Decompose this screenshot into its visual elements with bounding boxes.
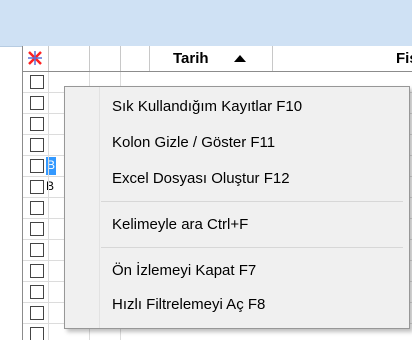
menu-item-favorites[interactable]: Sık Kullandığım Kayıtlar F10 [112,96,302,118]
row-checkbox[interactable] [30,285,44,299]
sort-ascending-icon [234,55,246,62]
row-checkbox[interactable] [30,306,44,320]
header-select-all-cell[interactable] [23,46,49,71]
row-checkbox[interactable] [30,264,44,278]
row-checkbox[interactable] [30,96,44,110]
window-titlebar [0,0,412,47]
context-menu: Sık Kullandığım Kayıtlar F10 Kolon Gizle… [64,86,410,329]
clear-selection-icon[interactable] [27,50,43,66]
menu-item-toggle-columns[interactable]: Kolon Gizle / Göster F11 [112,132,275,154]
header-cell [90,46,121,71]
grid-header: Tarih Fiş N [23,46,412,72]
row-checkbox[interactable] [30,222,44,236]
row-checkbox[interactable] [30,243,44,257]
column-header-tarih[interactable]: Tarih [173,49,209,69]
menu-item-close-preview[interactable]: Ön İzlemeyi Kapat F7 [112,260,256,282]
menu-item-quick-filter[interactable]: Hızlı Filtrelemeyi Aç F8 [112,294,265,316]
menu-icon-gutter [65,87,100,328]
menu-item-export-excel[interactable]: Excel Dosyası Oluştur F12 [112,168,290,190]
header-cell [49,46,90,71]
row-checkbox[interactable] [30,180,44,194]
header-divider [271,46,273,71]
row-checkbox[interactable] [30,138,44,152]
row-checkbox[interactable] [30,327,44,340]
row-checkbox[interactable] [30,117,44,131]
row-checkbox[interactable] [30,159,44,173]
menu-separator [101,201,403,202]
column-divider [48,72,49,340]
row-checkbox[interactable] [30,201,44,215]
header-cell [121,46,150,71]
menu-item-word-search[interactable]: Kelimeyle ara Ctrl+F [112,214,248,236]
column-header-fis-no[interactable]: Fiş N [396,49,412,69]
row-checkbox[interactable] [30,75,44,89]
menu-separator [101,247,403,248]
